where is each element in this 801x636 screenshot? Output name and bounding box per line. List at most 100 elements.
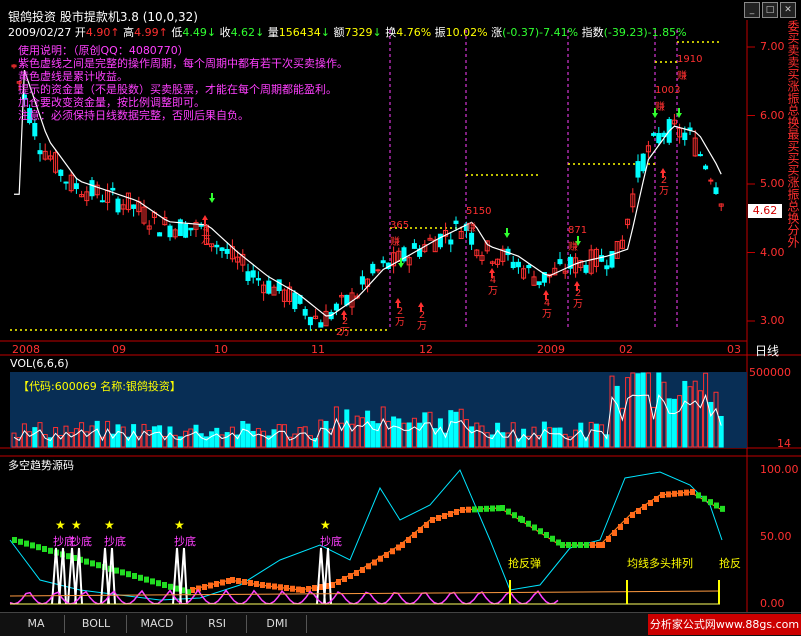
volume-info: 【代码:600069 名称:银鸽投资】	[18, 380, 181, 393]
trend-block	[672, 490, 677, 497]
trend-block	[454, 509, 459, 515]
candle-body	[183, 223, 189, 238]
trend-block	[478, 506, 483, 513]
trend-axis: 100.00	[760, 463, 799, 476]
volume-bar	[365, 410, 371, 448]
x-tick: 03	[727, 343, 741, 356]
volume-bar	[115, 424, 121, 448]
x-tick: 10	[214, 343, 228, 356]
trend-block	[378, 555, 383, 562]
profit-label: 871	[568, 225, 588, 236]
trend-block	[42, 546, 47, 552]
candle-body	[515, 261, 521, 268]
volume-bar	[583, 437, 589, 448]
volume-bar	[682, 380, 688, 448]
usage-line: 紫色虚线之间是完整的操作周期，每个周期中都有若干次买卖操作。	[18, 57, 348, 70]
trend-block	[466, 506, 471, 513]
ma-bull-label: 均线多头排列	[627, 557, 693, 570]
volume-bar	[453, 411, 459, 448]
volume-bar	[552, 427, 558, 448]
watermark: 分析家公式网www.88gs.com	[648, 614, 801, 635]
volume-bar	[406, 422, 412, 448]
chaodi-label: 抄底	[320, 535, 342, 548]
trend-block	[284, 585, 289, 591]
star-icon: ★	[104, 518, 115, 532]
candle-body	[115, 198, 121, 213]
trend-block	[460, 507, 465, 513]
trend-block	[254, 581, 259, 587]
trend-block	[132, 573, 137, 579]
trend-block	[24, 540, 29, 547]
candle-body	[99, 200, 105, 203]
trend-block	[412, 532, 417, 538]
tab-boll[interactable]: BOLL	[66, 615, 127, 633]
trend-block	[360, 567, 365, 573]
volume-axis-bottom: 14	[777, 437, 791, 450]
chaodi-label: 抄底	[70, 535, 92, 548]
usage-line: 使用说明：（原创QQ：4080770）	[18, 44, 189, 57]
trend-title: 多空趋势源码	[8, 459, 74, 472]
trend-block	[266, 582, 271, 589]
candle-body	[411, 243, 417, 249]
usage-notes: 使用说明：（原创QQ：4080770） 紫色虚线之间是完整的操作周期，每个周期中…	[18, 44, 348, 122]
trend-block	[550, 535, 555, 542]
trend-block	[168, 583, 173, 590]
candle-body	[32, 123, 38, 137]
volume-title: VOL(6,6,6)	[10, 357, 69, 370]
trend-block	[162, 582, 167, 588]
volume-bar	[271, 429, 277, 448]
rebound-label: 抢反	[719, 557, 741, 570]
candle-body	[656, 133, 662, 144]
trend-block	[96, 562, 101, 569]
candle-body	[682, 132, 688, 141]
trend-block	[120, 569, 125, 576]
candle-body	[245, 271, 251, 281]
trend-block	[448, 511, 453, 517]
volume-bar	[469, 426, 475, 448]
trend-block	[214, 581, 219, 587]
candle-body	[437, 233, 443, 248]
trend-block	[354, 570, 359, 576]
candle-body	[359, 276, 365, 285]
volume-bar	[209, 431, 215, 448]
trend-block	[126, 571, 131, 578]
buy-signal: 2万	[417, 310, 427, 332]
tab-dmi[interactable]: DMI	[248, 615, 307, 633]
tab-rsi[interactable]: RSI	[188, 615, 247, 633]
trend-block	[648, 500, 653, 506]
tab-macd[interactable]: MACD	[128, 615, 187, 633]
star-icon: ★	[174, 518, 185, 532]
candle-body	[255, 278, 261, 281]
trend-block	[500, 505, 505, 511]
trend-block	[278, 584, 283, 591]
trend-block	[342, 576, 347, 582]
volume-bar	[417, 422, 423, 448]
tab-ma[interactable]: MA	[8, 615, 65, 633]
trend-block	[484, 505, 489, 512]
trend-block	[566, 542, 571, 548]
trend-block	[506, 508, 511, 515]
trend-block	[366, 563, 371, 570]
trend-block	[400, 542, 405, 548]
candle-body	[510, 261, 516, 269]
trend-block	[442, 513, 447, 519]
trend-block	[418, 527, 423, 533]
profit-label: 5150	[466, 206, 492, 217]
candle-body	[526, 265, 532, 269]
star-icon: ★	[55, 518, 66, 532]
trend-block	[242, 579, 247, 585]
trend-block	[666, 491, 671, 498]
candle-body	[214, 244, 220, 248]
volume-bar	[370, 420, 376, 448]
period-label[interactable]: 日线	[755, 342, 779, 359]
trend-block	[624, 518, 629, 524]
candle-body	[583, 264, 589, 273]
trend-block	[236, 578, 241, 584]
usage-line: 加仓要改变资金量，按比例调整即可。	[18, 96, 205, 109]
volume-bar	[344, 409, 350, 448]
profit-unit: 赚	[677, 71, 687, 82]
trend-block	[544, 532, 549, 538]
candle-body	[635, 161, 641, 178]
buy-signal: 2万	[573, 288, 583, 310]
volume-bar	[32, 427, 38, 448]
